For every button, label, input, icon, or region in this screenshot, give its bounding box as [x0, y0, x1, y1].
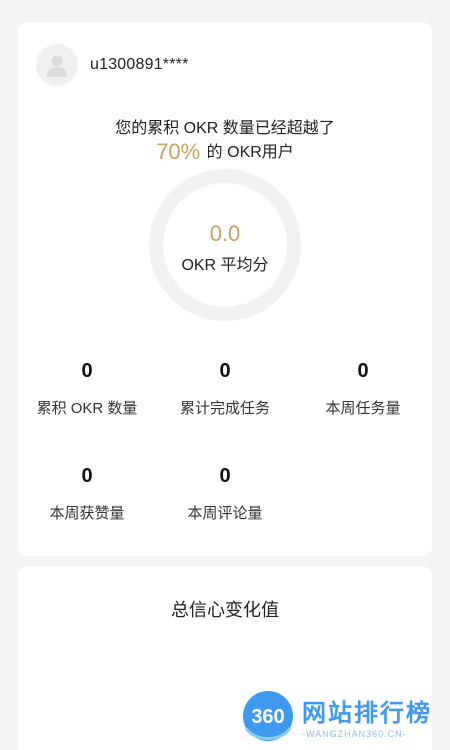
percent-suffix: 的 OKR用户 [202, 144, 294, 161]
average-score-label: OKR 平均分 [181, 257, 269, 274]
stat-value: 0 [81, 360, 93, 382]
user-icon [47, 55, 67, 77]
stat-label: 本周任务量 [325, 400, 401, 417]
summary-text: 您的累积 OKR 数量已经超越了 [115, 120, 335, 137]
stat-label: 累积 OKR 数量 [36, 400, 138, 417]
average-score-ring: 0.0 OKR 平均分 [147, 167, 303, 323]
chart-title: 总信心变化值 [171, 600, 279, 620]
watermark-logo: 360 网站排行榜 -WANGZHAN360.CN- [240, 688, 432, 744]
360-badge-icon: 360 [243, 691, 293, 741]
stat-completed-tasks: 0 累计完成任务 [160, 360, 290, 418]
username: u1300891**** [90, 56, 189, 73]
user-row: u1300891**** [36, 44, 189, 86]
watermark-title: 网站排行榜 [302, 700, 432, 727]
stat-value: 0 [219, 360, 231, 382]
average-score-value: 0.0 [209, 221, 241, 246]
avatar[interactable] [36, 44, 78, 86]
okr-summary-card: u1300891**** 您的累积 OKR 数量已经超越了 70% 的 OKR用… [18, 22, 432, 556]
watermark-subtitle: -WANGZHAN360.CN- [302, 729, 407, 739]
stat-weekly-comments: 0 本周评论量 [160, 465, 290, 523]
stat-value: 0 [219, 465, 231, 487]
stat-label: 本周评论量 [187, 505, 263, 522]
stat-value: 0 [81, 465, 93, 487]
stat-cumulative-okr: 0 累积 OKR 数量 [22, 360, 152, 418]
stat-label: 累计完成任务 [179, 400, 270, 417]
stat-weekly-tasks: 0 本周任务量 [298, 360, 428, 418]
stat-weekly-likes: 0 本周获赞量 [22, 465, 152, 523]
ring-content: 0.0 OKR 平均分 [147, 167, 303, 323]
okr-stats-page: u1300891**** 您的累积 OKR 数量已经超越了 70% 的 OKR用… [0, 0, 450, 750]
stat-value: 0 [357, 360, 369, 382]
svg-text:360: 360 [251, 706, 284, 728]
summary-percent-line: 70% 的 OKR用户 [18, 138, 432, 165]
stat-label: 本周获赞量 [49, 505, 125, 522]
percent-value: 70% [156, 139, 201, 164]
